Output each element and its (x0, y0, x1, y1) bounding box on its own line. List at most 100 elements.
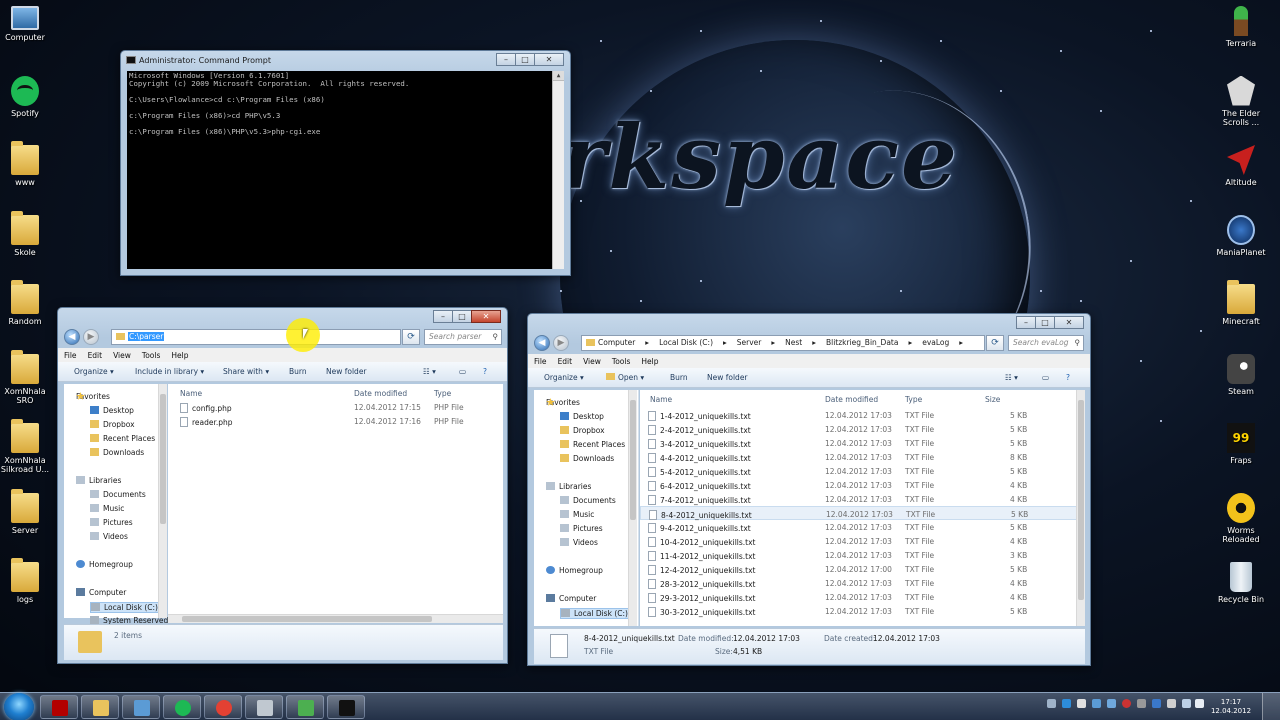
desktop-icon[interactable]: Minecraft (1211, 280, 1271, 326)
cmd-console[interactable]: Microsoft Windows [Version 6.1.7601] Copy… (127, 71, 564, 269)
breadcrumb-item[interactable]: evaLog (922, 338, 949, 347)
nav-libraries[interactable]: Libraries (546, 482, 591, 491)
nav-computer[interactable]: Computer (76, 588, 126, 597)
search-input[interactable]: Search evaLog ⚲ (1008, 335, 1084, 351)
cmd-window[interactable]: Administrator: Command Prompt – □ ✕ Micr… (120, 50, 571, 276)
back-button[interactable]: ◀ (64, 329, 80, 345)
nav-drive[interactable]: Local Disk (C:) (90, 602, 165, 613)
maximize-button[interactable]: □ (515, 53, 535, 66)
refresh-button[interactable]: ⟳ (986, 335, 1004, 351)
taskbar-app-button[interactable] (122, 695, 160, 719)
cmd-titlebar[interactable]: Administrator: Command Prompt – □ ✕ (121, 51, 570, 71)
open-button[interactable]: Open ▾ (606, 373, 644, 382)
menu-item-file[interactable]: File (534, 357, 547, 366)
file-row[interactable]: reader.php 12.04.2012 17:16 PHP File (168, 414, 503, 428)
maximize-button[interactable]: □ (452, 310, 472, 323)
column-name[interactable]: Name (650, 395, 672, 404)
menu-item-view[interactable]: View (583, 357, 601, 366)
volume-icon[interactable] (1195, 699, 1204, 708)
tray-show-hidden-icon[interactable] (1047, 699, 1056, 708)
desktop-icon[interactable]: Terraria (1211, 6, 1271, 48)
minimize-button[interactable]: – (496, 53, 516, 66)
forward-button[interactable]: ▶ (553, 335, 569, 351)
chevron-right-icon[interactable]: ▸ (723, 338, 727, 347)
taskbar-app-button[interactable] (245, 695, 283, 719)
cmd-scrollbar[interactable]: ▲ (552, 71, 564, 269)
explorer1-titlebar[interactable]: – □ ✕ (58, 308, 507, 326)
desktop-icon[interactable]: The Elder Scrolls ... (1211, 75, 1271, 127)
column-size[interactable]: Size (985, 395, 1000, 404)
taskbar-app-button[interactable] (327, 695, 365, 719)
desktop-icon[interactable]: Altitude (1211, 145, 1271, 187)
nav-homegroup[interactable]: Homegroup (546, 566, 603, 575)
tray-app-icon[interactable] (1107, 699, 1116, 708)
help-icon[interactable]: ? (483, 367, 487, 376)
column-type[interactable]: Type (434, 389, 451, 398)
desktop-icon[interactable]: 99 Fraps (1211, 423, 1271, 465)
desktop-icon[interactable]: Recycle Bin (1211, 562, 1271, 604)
forward-button[interactable]: ▶ (83, 329, 99, 345)
close-button[interactable]: ✕ (471, 310, 501, 323)
column-date[interactable]: Date modified (354, 389, 407, 398)
file-row[interactable]: 11-4-2012_uniquekills.txt 12.04.2012 17:0… (640, 548, 1085, 562)
start-button[interactable] (4, 693, 34, 720)
explorer-window-evalog[interactable]: – □ ✕ ◀ ▶ Computer ▸ Local Disk (C:) ▸ Serve… (527, 313, 1091, 666)
file-row[interactable]: 1-4-2012_uniquekills.txt 12.04.2012 17:03… (640, 408, 1085, 422)
desktop-icon[interactable]: Worms Reloaded (1211, 492, 1271, 544)
file-row[interactable]: 4-4-2012_uniquekills.txt 12.04.2012 17:03… (640, 450, 1085, 464)
flag-icon[interactable] (1167, 699, 1176, 708)
nav-libraries[interactable]: Libraries (76, 476, 121, 485)
file-row[interactable]: 5-4-2012_uniquekills.txt 12.04.2012 17:03… (640, 464, 1085, 478)
desktop-icon[interactable]: Steam (1211, 353, 1271, 396)
address-bar[interactable]: Computer ▸ Local Disk (C:) ▸ Server ▸ Nest ▸ Bli… (581, 335, 985, 351)
file-row[interactable]: 6-4-2012_uniquekills.txt 12.04.2012 17:03… (640, 478, 1085, 492)
file-row[interactable]: 12-4-2012_uniquekills.txt 12.04.2012 17:0… (640, 562, 1085, 576)
nav-favorite-item[interactable]: Recent Places (560, 440, 625, 449)
organize-button[interactable]: Organize ▾ (74, 367, 114, 376)
file-row[interactable]: 29-3-2012_uniquekills.txt 12.04.2012 17:0… (640, 590, 1085, 604)
taskbar-app-button[interactable] (81, 695, 119, 719)
minimize-button[interactable]: – (1016, 316, 1036, 329)
tray-app-icon[interactable] (1122, 699, 1131, 708)
nav-library-item[interactable]: Pictures (560, 524, 603, 533)
maximize-button[interactable]: □ (1035, 316, 1055, 329)
menu-item-file[interactable]: File (64, 351, 77, 360)
nav-favorite-item[interactable]: Desktop (90, 406, 134, 415)
nav-library-item[interactable]: Music (90, 504, 124, 513)
file-row[interactable]: 28-3-2012_uniquekills.txt 12.04.2012 17:0… (640, 576, 1085, 590)
chevron-right-icon[interactable]: ▸ (645, 338, 649, 347)
menu-item-tools[interactable]: Tools (612, 357, 630, 366)
share-with-button[interactable]: Share with ▾ (223, 367, 269, 376)
nav-favorite-item[interactable]: Downloads (90, 448, 144, 457)
desktop-icon[interactable]: Random (0, 280, 55, 326)
view-options-icon[interactable]: ☷ ▾ (423, 367, 436, 376)
menu-item-edit[interactable]: Edit (88, 351, 103, 360)
preview-pane-icon[interactable]: ▭ (459, 367, 466, 376)
explorer-window-parser[interactable]: – □ ✕ ◀ ▶ C:\parser ⟳ Search parser ⚲ Fi… (57, 307, 508, 664)
nav-scrollbar[interactable] (158, 384, 167, 618)
nav-favorite-item[interactable]: Downloads (560, 454, 614, 463)
menu-item-help[interactable]: Help (641, 357, 658, 366)
tray-app-icon[interactable] (1077, 699, 1086, 708)
nav-library-item[interactable]: Pictures (90, 518, 133, 527)
clock[interactable]: 17:17 12.04.2012 (1208, 698, 1254, 716)
file-row[interactable]: 10-4-2012_uniquekills.txt 12.04.2012 17:0… (640, 534, 1085, 548)
view-options-icon[interactable]: ☷ ▾ (1005, 373, 1018, 382)
tray-app-icon[interactable] (1137, 699, 1146, 708)
taskbar-app-button[interactable] (286, 695, 324, 719)
minimize-button[interactable]: – (433, 310, 453, 323)
show-desktop-button[interactable] (1262, 693, 1280, 720)
search-input[interactable]: Search parser ⚲ (424, 329, 502, 345)
preview-pane-icon[interactable]: ▭ (1042, 373, 1049, 382)
nav-scrollbar[interactable] (628, 390, 637, 626)
file-row[interactable]: config.php 12.04.2012 17:15 PHP File (168, 400, 503, 414)
file-row[interactable]: 30-3-2012_uniquekills.txt 12.04.2012 17:0… (640, 604, 1085, 618)
nav-favorite-item[interactable]: Dropbox (560, 426, 605, 435)
breadcrumb-item[interactable]: Computer (598, 338, 635, 347)
chevron-right-icon[interactable]: ▸ (812, 338, 816, 347)
nav-favorites[interactable]: Favorites (546, 398, 580, 407)
address-bar[interactable]: C:\parser (111, 329, 401, 345)
nav-favorite-item[interactable]: Desktop (560, 412, 604, 421)
nav-computer[interactable]: Computer (546, 594, 596, 603)
burn-button[interactable]: Burn (670, 373, 688, 382)
